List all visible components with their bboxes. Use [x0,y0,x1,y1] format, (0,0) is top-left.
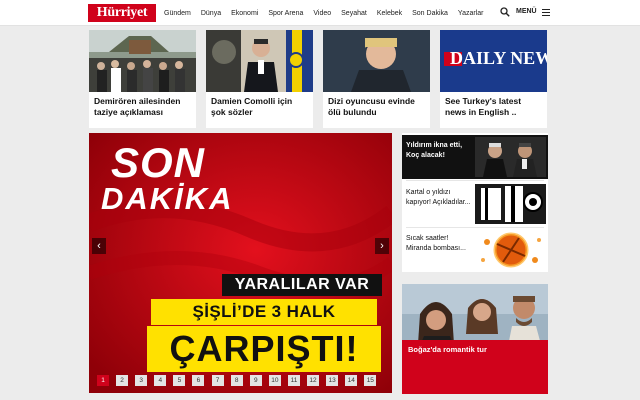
featured-story-caption[interactable]: Boğaz'da romantik tur [402,340,548,394]
page-button[interactable]: 6 [192,375,205,386]
son-dakika-line-2: DAKİKA [101,181,234,216]
search-icon[interactable] [500,7,510,17]
page-button[interactable]: 11 [287,375,300,386]
nav-ekonomi[interactable]: Ekonomi [231,10,258,17]
card-3-image [323,30,430,92]
page-button[interactable]: 1 [97,375,109,386]
featured-story[interactable]: Boğaz'da romantik tur [402,284,548,394]
news-card-4[interactable]: DAILY NEWS See Turkey's latest news in E… [440,30,547,128]
side-news-1-image [475,137,546,177]
page-button[interactable]: 9 [249,375,262,386]
side-news-item-3[interactable]: Sıcak saatler! Miranda bombası... [402,228,548,272]
slider-pagination: 1 2 3 4 5 6 7 8 9 10 11 12 13 14 15 [97,375,383,386]
page-button[interactable]: 5 [173,375,186,386]
main-nav: Gündem Dünya Ekonomi Spor Arena Video Se… [164,0,493,26]
side-news-2-text[interactable]: Kartal o yıldızı kapıyor! Açıkladılar... [406,188,472,207]
card-2-title[interactable]: Damien Comolli için şok sözler [206,92,313,118]
nav-video[interactable]: Video [313,10,331,17]
card-3-title[interactable]: Dizi oyuncusu evinde ölü bulundu [323,92,430,118]
card-1-title[interactable]: Demirören ailesinden taziye açıklaması [89,92,196,118]
card-4-title[interactable]: See Turkey's latest news in English .. [440,92,547,118]
page-button[interactable]: 14 [345,375,358,386]
menu-button[interactable]: MENÜ [516,8,537,15]
nav-seyahat[interactable]: Seyahat [341,10,367,17]
page-button[interactable]: 3 [135,375,148,386]
side-news-3-text[interactable]: Sıcak saatler! Miranda bombası... [406,234,472,253]
page-button[interactable]: 13 [326,375,339,386]
top-navigation-bar: Hürriyet Gündem Dünya Ekonomi Spor Arena… [0,0,640,26]
side-news-1-text[interactable]: Yıldırım ikna etti, Koç alacak! [406,141,472,160]
page-button[interactable]: 10 [268,375,281,386]
card-4-image: DAILY NEWS [440,30,547,92]
nav-gundem[interactable]: Gündem [164,10,191,17]
page-button[interactable]: 15 [364,375,377,386]
nav-dunya[interactable]: Dünya [201,10,221,17]
nav-spor-arena[interactable]: Spor Arena [268,10,303,17]
card-2-image [206,30,313,92]
news-card-1[interactable]: Demirören ailesinden taziye açıklaması [89,30,196,128]
page-button[interactable]: 12 [307,375,320,386]
headline-yellow-line-2: ÇARPIŞTI! [147,326,381,372]
nav-kelebek[interactable]: Kelebek [377,10,402,17]
page-button[interactable]: 2 [116,375,129,386]
side-news-2-image [475,184,546,224]
son-dakika-line-1: SON [111,139,206,186]
hamburger-icon[interactable] [542,9,550,16]
news-card-3[interactable]: Dizi oyuncusu evinde ölü bulundu [323,30,430,128]
side-divider [406,180,544,181]
side-news-3-image [475,230,546,270]
daily-news-logo-text: DAILY NEWS [450,48,547,68]
news-card-2[interactable]: Damien Comolli için şok sözler [206,30,313,128]
nav-yazarlar[interactable]: Yazarlar [458,10,484,17]
chevron-left-icon[interactable]: ‹ [92,238,106,254]
headline-black-label: YARALILAR VAR [222,274,382,296]
chevron-right-icon[interactable]: › [375,238,389,254]
hurriyet-logo[interactable]: Hürriyet [88,4,156,22]
nav-son-dakika[interactable]: Son Dakika [412,10,448,17]
card-1-image [89,30,196,92]
page-button[interactable]: 8 [230,375,243,386]
page-button[interactable]: 4 [154,375,167,386]
headline-slider[interactable]: SON DAKİKA ‹ › YARALILAR VAR ŞİŞLİ’DE 3 … [89,133,392,393]
side-news-list: Yıldırım ikna etti, Koç alacak! Kartal o… [402,133,548,272]
side-news-item-2[interactable]: Kartal o yıldızı kapıyor! Açıkladılar... [402,182,548,226]
side-news-item-1[interactable]: Yıldırım ikna etti, Koç alacak! [402,135,548,179]
headline-yellow-line-1: ŞİŞLİ’DE 3 HALK OTOBÜSÜ [151,299,377,347]
page-button[interactable]: 7 [211,375,224,386]
